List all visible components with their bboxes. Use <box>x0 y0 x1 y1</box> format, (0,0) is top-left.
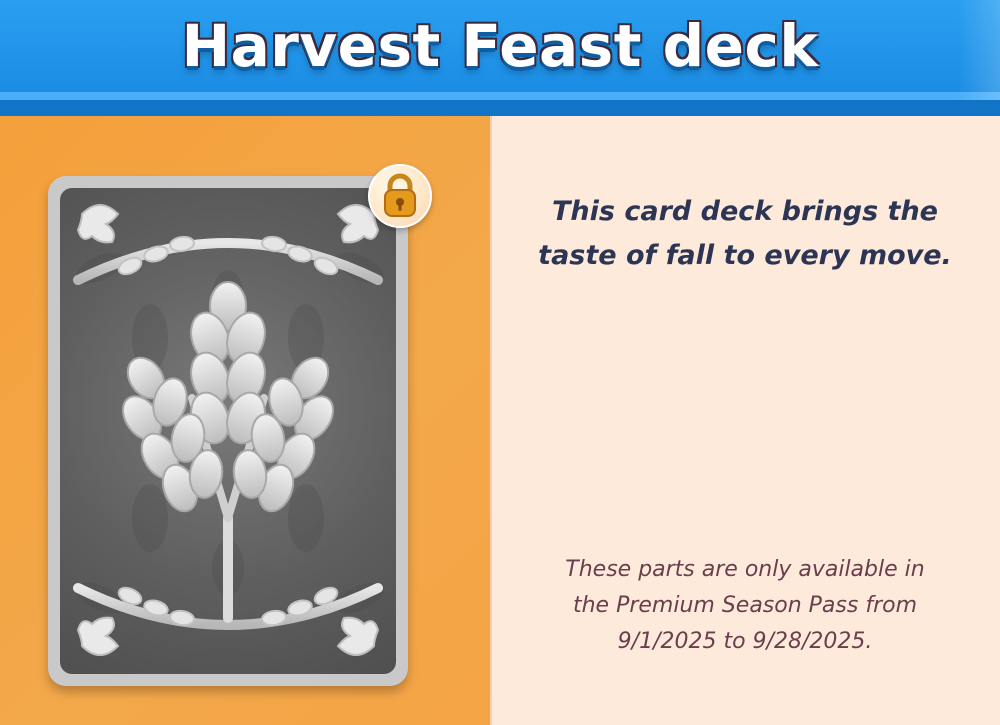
card-face <box>60 188 396 674</box>
lock-icon <box>368 164 432 228</box>
availability-notice: These parts are only available in the Pr… <box>565 557 925 654</box>
page-title: Harvest Feast deck <box>181 12 819 80</box>
card-deck-preview[interactable] <box>48 176 408 686</box>
deck-description: This card deck brings the taste of fall … <box>538 196 952 271</box>
card-illustration <box>73 204 385 656</box>
lock-icon-svg <box>384 173 416 217</box>
header-banner: Harvest Feast deck <box>0 0 1000 116</box>
